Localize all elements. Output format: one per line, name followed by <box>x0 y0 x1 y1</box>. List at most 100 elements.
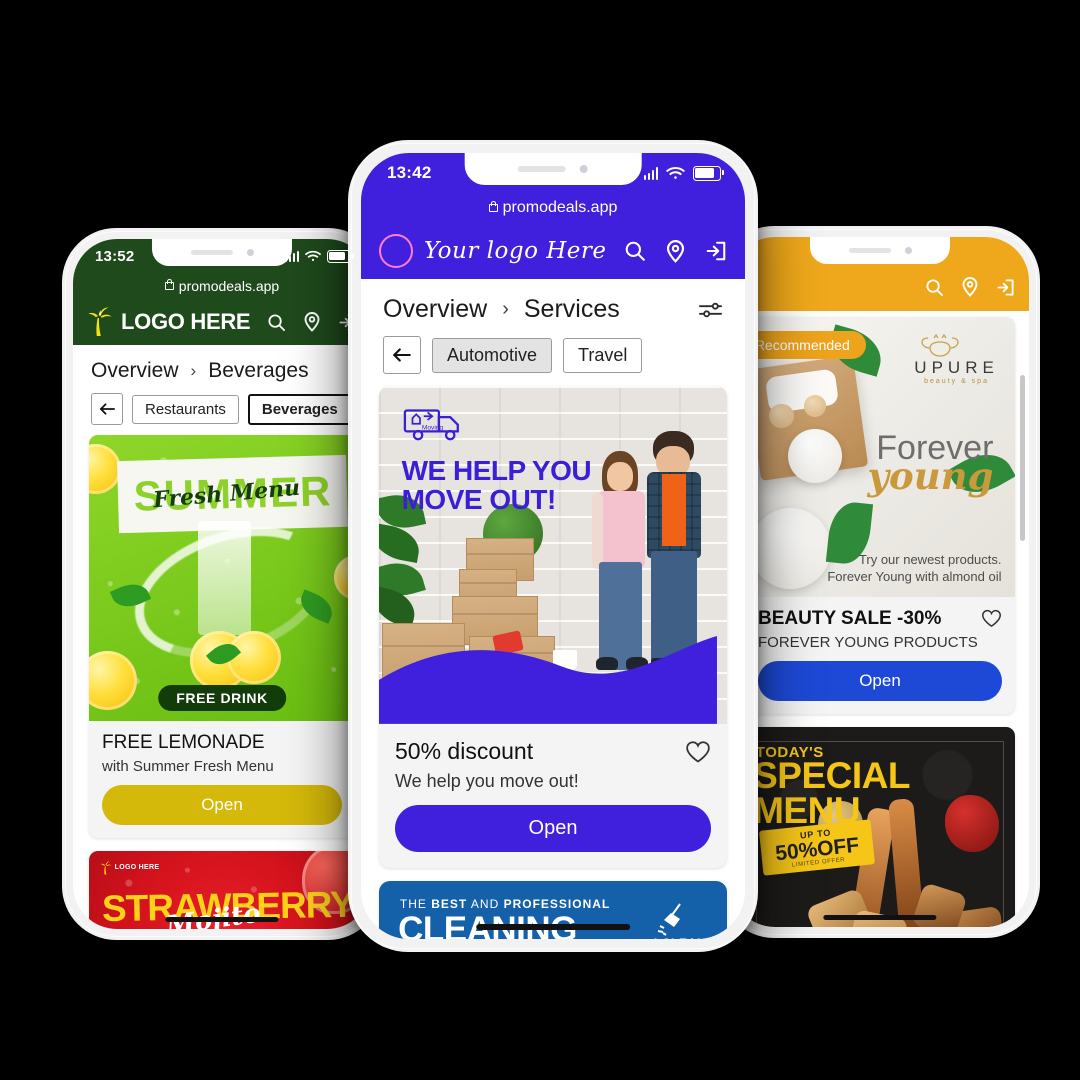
promo-feed: SUMMER Fresh Menu FREE DRINK FREE LEMONA… <box>73 435 371 929</box>
free-drink-badge: FREE DRINK <box>158 685 286 711</box>
search-icon[interactable] <box>925 278 944 297</box>
wifi-icon <box>305 250 321 261</box>
speaker-grill <box>518 166 566 172</box>
search-icon[interactable] <box>267 313 286 332</box>
notch <box>464 153 642 185</box>
wifi-icon <box>666 166 685 179</box>
home-indicator <box>823 915 937 920</box>
scrollbar[interactable] <box>1020 375 1025 541</box>
url-text: promodeals.app <box>502 199 618 216</box>
svg-text:Moving: Moving <box>422 424 444 431</box>
arrow-left-icon <box>99 403 115 415</box>
promo-title: BEAUTY SALE -30% <box>758 608 942 629</box>
location-pin-icon[interactable] <box>961 277 979 297</box>
art-moving-service: Moving WE HELP YOU MOVE OUT! <box>379 386 727 724</box>
phone-right-chrome <box>731 237 1029 311</box>
upure-caption-line-2: Forever Young with almond oil <box>827 569 1002 585</box>
location-pin-icon[interactable] <box>303 312 321 332</box>
chip-automotive[interactable]: Automotive <box>432 337 553 373</box>
promo-card-cleaning[interactable]: THE BEST AND PROFESSIONAL CLEANING SERVI… <box>379 881 727 939</box>
status-icons <box>643 165 724 181</box>
filter-sliders-icon <box>699 302 722 317</box>
heart-outline-icon[interactable] <box>685 740 711 764</box>
art-cleaning-services: THE BEST AND PROFESSIONAL CLEANING SERVI… <box>379 881 727 939</box>
chip-travel[interactable]: Travel <box>563 337 643 373</box>
promo-card-lemonade[interactable]: SUMMER Fresh Menu FREE DRINK FREE LEMONA… <box>89 435 355 838</box>
category-chips: Automotive Travel <box>361 332 745 386</box>
lock-icon <box>164 278 174 290</box>
promo-image-upure: UPURE beauty & spa Forever young Try our… <box>745 317 1015 597</box>
speaker-grill <box>190 250 233 255</box>
chip-restaurants[interactable]: Restaurants <box>132 394 239 424</box>
promo-image-cleaning: THE BEST AND PROFESSIONAL CLEANING SERVI… <box>379 881 727 939</box>
back-button[interactable] <box>91 393 123 425</box>
status-time: 13:42 <box>387 163 432 182</box>
breadcrumb: Overview › Beverages <box>73 345 371 389</box>
upure-caption: Try our newest products. Forever Young w… <box>827 551 1001 586</box>
back-button[interactable] <box>383 336 421 374</box>
promo-feed: UPURE beauty & spa Forever young Try our… <box>731 311 1029 927</box>
breadcrumb-separator-icon: › <box>502 298 509 320</box>
menu-headline-line-1: SPECIAL <box>753 755 910 797</box>
art-todays-special-menu: TODAY'S SPECIAL MENU UP TO 50%OFF LIMITE… <box>745 727 1015 927</box>
status-icons <box>284 249 354 263</box>
cleaning-kicker: THE BEST AND PROFESSIONAL <box>400 897 610 911</box>
arrow-left-icon <box>393 348 411 362</box>
search-icon[interactable] <box>624 240 646 262</box>
front-camera <box>580 165 588 173</box>
young-text: young <box>867 454 994 499</box>
phone-center: 13:42 promodeals.app Your logo Here Over… <box>348 140 758 952</box>
mockup-stage: 13:52 promodeals.app LOGO HERE Overview … <box>0 0 1080 1080</box>
brand-name: Your logo Here <box>424 238 607 264</box>
url-text: promodeals.app <box>178 278 280 294</box>
open-button[interactable]: Open <box>758 661 1002 701</box>
open-button[interactable]: Open <box>102 785 342 825</box>
heart-outline-icon[interactable] <box>981 609 1002 628</box>
purple-wave-shape <box>379 636 717 724</box>
upure-logo: UPURE beauty & spa <box>914 333 999 385</box>
moving-headline-line-2: MOVE OUT! <box>401 483 557 515</box>
mop-icon <box>657 903 681 936</box>
promo-image-summer: SUMMER Fresh Menu FREE DRINK <box>89 435 355 721</box>
iclean-name: I CLEAN <box>654 936 706 939</box>
massage-ball <box>769 403 794 429</box>
signal-icon <box>643 166 658 180</box>
promo-card-special-menu[interactable]: TODAY'S SPECIAL MENU UP TO 50%OFF LIMITE… <box>745 727 1015 927</box>
promo-card-beauty[interactable]: UPURE beauty & spa Forever young Try our… <box>745 317 1015 714</box>
lock-icon <box>488 200 498 212</box>
mini-brand-name: LOGO HERE <box>114 864 160 872</box>
art-summer-lemonade: SUMMER Fresh Menu FREE DRINK <box>89 435 355 721</box>
filter-button[interactable] <box>698 300 723 320</box>
menu-headline: SPECIAL MENU <box>753 755 910 829</box>
open-button[interactable]: Open <box>395 805 711 852</box>
massage-ball <box>804 395 826 417</box>
promo-image-menu: TODAY'S SPECIAL MENU UP TO 50%OFF LIMITE… <box>745 727 1015 927</box>
front-camera <box>246 249 254 256</box>
breadcrumb-root[interactable]: Overview <box>383 295 487 324</box>
notch <box>809 237 951 264</box>
login-icon[interactable] <box>996 278 1015 297</box>
brand-logo[interactable]: Your logo Here <box>379 234 624 268</box>
front-camera <box>904 247 912 254</box>
location-pin-icon[interactable] <box>665 239 686 263</box>
phone-left-screen: 13:52 promodeals.app LOGO HERE Overview … <box>73 239 371 929</box>
status-time: 13:52 <box>95 247 135 265</box>
chip-beverages[interactable]: Beverages <box>247 393 352 425</box>
iclean-logo: I CLEAN SERVICES <box>654 902 706 939</box>
home-indicator <box>165 917 279 922</box>
url-bar[interactable]: promodeals.app <box>361 193 745 223</box>
lotus-crown-icon <box>921 333 959 357</box>
login-icon[interactable] <box>705 240 727 262</box>
mini-brand-logo: LOGO HERE <box>100 860 160 875</box>
couple-photo <box>577 427 716 670</box>
notch <box>151 239 293 266</box>
promo-image-moving: Moving WE HELP YOU MOVE OUT! <box>379 386 727 724</box>
promo-subtitle: FOREVER YOUNG PRODUCTS <box>758 634 978 651</box>
url-bar[interactable]: promodeals.app <box>73 273 371 299</box>
promo-card-moving[interactable]: Moving WE HELP YOU MOVE OUT! 50% discoun… <box>379 386 727 868</box>
cleaning-kicker-4: PROFESSIONAL <box>503 897 611 911</box>
breadcrumb-root[interactable]: Overview <box>91 359 179 383</box>
brand-logo[interactable]: LOGO HERE <box>87 307 267 337</box>
promo-subtitle: We help you move out! <box>395 771 579 791</box>
header-actions <box>925 277 1015 297</box>
